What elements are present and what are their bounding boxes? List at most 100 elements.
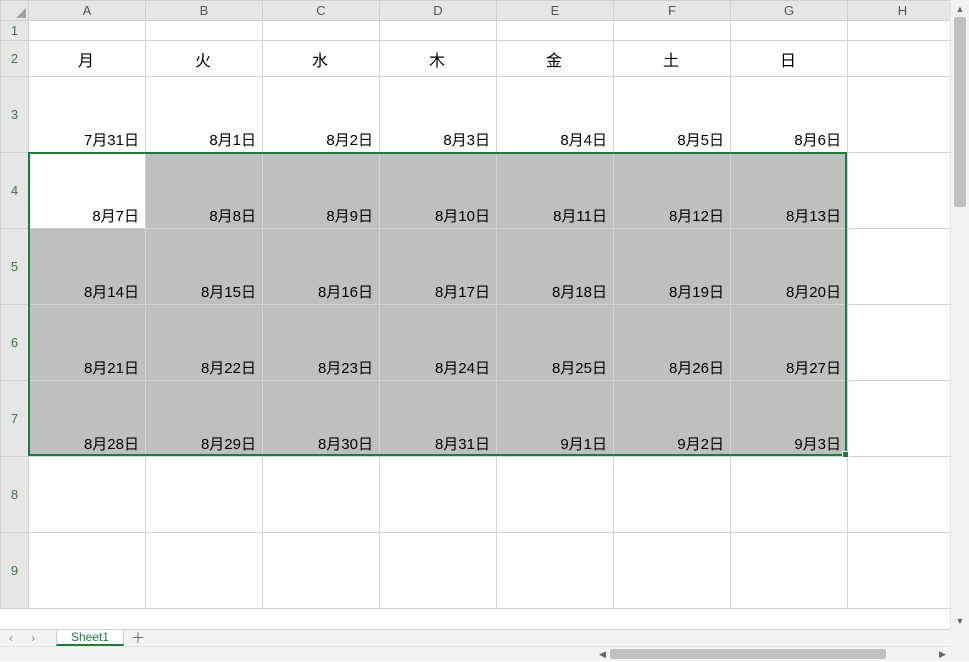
cell-A4[interactable]: 8月7日 [29, 153, 146, 229]
cell-D4[interactable]: 8月10日 [380, 153, 497, 229]
cell-B7[interactable]: 8月29日 [146, 381, 263, 457]
cell-C5[interactable]: 8月16日 [263, 229, 380, 305]
cell-G1[interactable] [731, 21, 848, 41]
cell-B8[interactable] [146, 457, 263, 533]
cell-G2[interactable]: 日 [731, 41, 848, 77]
cell-C3[interactable]: 8月2日 [263, 77, 380, 153]
scroll-right-button[interactable]: ▶ [935, 647, 950, 662]
row-header-3[interactable]: 3 [1, 77, 29, 153]
cell-F9[interactable] [614, 533, 731, 609]
worksheet-grid[interactable]: A B C D E F G H 1 2 月 火 水 木 金 土 日 3 7月31… [0, 0, 950, 629]
scroll-left-button[interactable]: ◀ [595, 647, 610, 662]
cell-H2[interactable] [848, 41, 951, 77]
select-all-corner[interactable] [1, 1, 29, 21]
cell-G5[interactable]: 8月20日 [731, 229, 848, 305]
row-header-9[interactable]: 9 [1, 533, 29, 609]
tab-nav-next[interactable]: › [22, 630, 44, 646]
cell-C7[interactable]: 8月30日 [263, 381, 380, 457]
cell-G4[interactable]: 8月13日 [731, 153, 848, 229]
cell-G9[interactable] [731, 533, 848, 609]
cell-H1[interactable] [848, 21, 951, 41]
cell-H7[interactable] [848, 381, 951, 457]
vertical-scrollbar[interactable]: ▲ ▼ [950, 0, 969, 629]
col-header-A[interactable]: A [29, 1, 146, 21]
cell-H3[interactable] [848, 77, 951, 153]
cell-B5[interactable]: 8月15日 [146, 229, 263, 305]
cell-H4[interactable] [848, 153, 951, 229]
cell-E3[interactable]: 8月4日 [497, 77, 614, 153]
cell-F2[interactable]: 土 [614, 41, 731, 77]
add-sheet-button[interactable]: ＋ [124, 630, 152, 646]
cell-E4[interactable]: 8月11日 [497, 153, 614, 229]
cell-F3[interactable]: 8月5日 [614, 77, 731, 153]
cell-A8[interactable] [29, 457, 146, 533]
cell-D9[interactable] [380, 533, 497, 609]
col-header-E[interactable]: E [497, 1, 614, 21]
cell-G3[interactable]: 8月6日 [731, 77, 848, 153]
cell-E5[interactable]: 8月18日 [497, 229, 614, 305]
horizontal-scrollbar[interactable]: ◀ ▶ [595, 646, 950, 661]
cell-H9[interactable] [848, 533, 951, 609]
cell-F6[interactable]: 8月26日 [614, 305, 731, 381]
row-header-4[interactable]: 4 [1, 153, 29, 229]
cell-C4[interactable]: 8月9日 [263, 153, 380, 229]
col-header-G[interactable]: G [731, 1, 848, 21]
cell-H5[interactable] [848, 229, 951, 305]
cell-C9[interactable] [263, 533, 380, 609]
cell-E1[interactable] [497, 21, 614, 41]
cell-G8[interactable] [731, 457, 848, 533]
cell-H6[interactable] [848, 305, 951, 381]
sheet-tab-active[interactable]: Sheet1 [56, 630, 124, 646]
col-header-C[interactable]: C [263, 1, 380, 21]
cell-E9[interactable] [497, 533, 614, 609]
cell-C8[interactable] [263, 457, 380, 533]
col-header-B[interactable]: B [146, 1, 263, 21]
vertical-scroll-track[interactable] [951, 17, 969, 612]
cell-E2[interactable]: 金 [497, 41, 614, 77]
cell-H8[interactable] [848, 457, 951, 533]
cell-E7[interactable]: 9月1日 [497, 381, 614, 457]
col-header-H[interactable]: H [848, 1, 951, 21]
cell-C2[interactable]: 水 [263, 41, 380, 77]
cell-D1[interactable] [380, 21, 497, 41]
cell-B9[interactable] [146, 533, 263, 609]
cell-D2[interactable]: 木 [380, 41, 497, 77]
cell-A6[interactable]: 8月21日 [29, 305, 146, 381]
col-header-F[interactable]: F [614, 1, 731, 21]
cell-G7[interactable]: 9月3日 [731, 381, 848, 457]
cell-B6[interactable]: 8月22日 [146, 305, 263, 381]
cell-A1[interactable] [29, 21, 146, 41]
cell-F7[interactable]: 9月2日 [614, 381, 731, 457]
cell-A7[interactable]: 8月28日 [29, 381, 146, 457]
cell-F5[interactable]: 8月19日 [614, 229, 731, 305]
row-header-2[interactable]: 2 [1, 41, 29, 77]
scroll-down-button[interactable]: ▼ [951, 612, 969, 629]
cell-D3[interactable]: 8月3日 [380, 77, 497, 153]
row-header-6[interactable]: 6 [1, 305, 29, 381]
tab-nav-prev[interactable]: ‹ [0, 630, 22, 646]
horizontal-scroll-thumb[interactable] [610, 649, 886, 659]
cell-D7[interactable]: 8月31日 [380, 381, 497, 457]
row-header-5[interactable]: 5 [1, 229, 29, 305]
row-header-7[interactable]: 7 [1, 381, 29, 457]
cell-F4[interactable]: 8月12日 [614, 153, 731, 229]
cell-D6[interactable]: 8月24日 [380, 305, 497, 381]
cell-D5[interactable]: 8月17日 [380, 229, 497, 305]
cell-A2[interactable]: 月 [29, 41, 146, 77]
cell-B2[interactable]: 火 [146, 41, 263, 77]
cell-E8[interactable] [497, 457, 614, 533]
cell-F8[interactable] [614, 457, 731, 533]
cell-B3[interactable]: 8月1日 [146, 77, 263, 153]
cell-C6[interactable]: 8月23日 [263, 305, 380, 381]
col-header-D[interactable]: D [380, 1, 497, 21]
row-header-1[interactable]: 1 [1, 21, 29, 41]
cell-B1[interactable] [146, 21, 263, 41]
cell-A9[interactable] [29, 533, 146, 609]
cell-D8[interactable] [380, 457, 497, 533]
cell-G6[interactable]: 8月27日 [731, 305, 848, 381]
cell-A3[interactable]: 7月31日 [29, 77, 146, 153]
horizontal-scroll-track[interactable] [610, 647, 935, 661]
cell-E6[interactable]: 8月25日 [497, 305, 614, 381]
vertical-scroll-thumb[interactable] [954, 17, 966, 207]
row-header-8[interactable]: 8 [1, 457, 29, 533]
